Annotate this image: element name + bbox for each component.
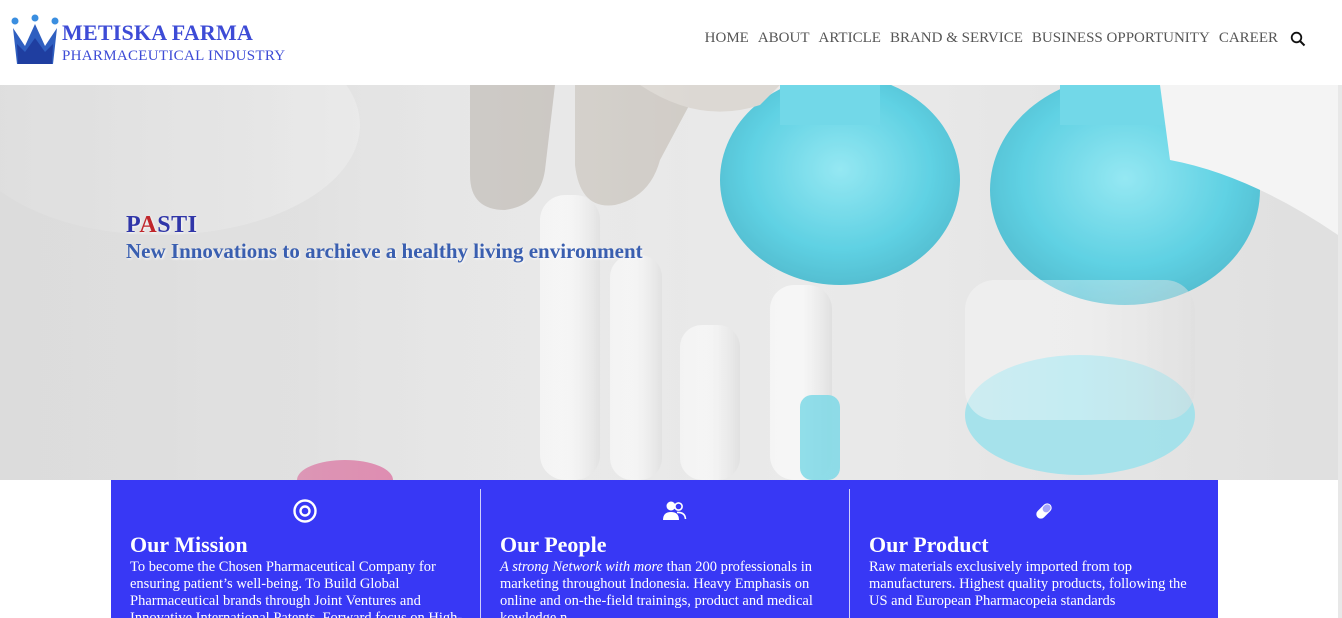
feature-text-emphasis: A strong Network with more: [499, 559, 663, 575]
pill-icon: [1035, 503, 1052, 519]
site-header: METISKA FARMA PHARMACEUTICAL INDUSTRY HO…: [0, 0, 1342, 85]
feature-text: To become the Chosen Pharmaceutical Comp…: [130, 559, 463, 618]
nav-home[interactable]: HOME: [705, 30, 749, 47]
scrollbar[interactable]: [1338, 85, 1342, 618]
nav-career[interactable]: CAREER: [1219, 30, 1278, 47]
feature-title: Our Product: [869, 532, 989, 557]
feature-title: Our Mission: [130, 532, 248, 557]
target-icon: [293, 499, 317, 523]
feature-text: A strong Network with more than 200 prof…: [499, 559, 813, 618]
hero-title: PASTI: [126, 212, 198, 238]
crown-logo-icon[interactable]: [10, 14, 60, 66]
features-panel: Our Mission To become the Chosen Pharmac…: [111, 480, 1218, 618]
feature-mission: Our Mission To become the Chosen Pharmac…: [111, 480, 480, 618]
people-icon: [663, 501, 687, 520]
feature-text: Raw materials exclusively imported from …: [869, 559, 1187, 609]
nav-business-opportunity[interactable]: BUSINESS OPPORTUNITY: [1032, 30, 1210, 47]
brand-name[interactable]: METISKA FARMA: [62, 20, 253, 46]
main-nav: HOME ABOUT ARTICLE BRAND & SERVICE BUSIN…: [696, 30, 1306, 47]
feature-people: Our People A strong Network with more th…: [479, 489, 849, 618]
hero-subtitle: New Innovations to archieve a healthy li…: [126, 239, 643, 263]
feature-title: Our People: [499, 532, 607, 557]
nav-brand-service[interactable]: BRAND & SERVICE: [890, 30, 1023, 47]
search-icon[interactable]: [1290, 31, 1306, 47]
hero-banner: PASTI New Innovations to archieve a heal…: [0, 85, 1338, 480]
hero-background-image: [0, 85, 1338, 480]
nav-article[interactable]: ARTICLE: [819, 30, 881, 47]
brand-subtitle: PHARMACEUTICAL INDUSTRY: [62, 48, 286, 64]
feature-product: Our Product Raw materials exclusively im…: [849, 489, 1218, 618]
nav-about[interactable]: ABOUT: [758, 30, 810, 47]
